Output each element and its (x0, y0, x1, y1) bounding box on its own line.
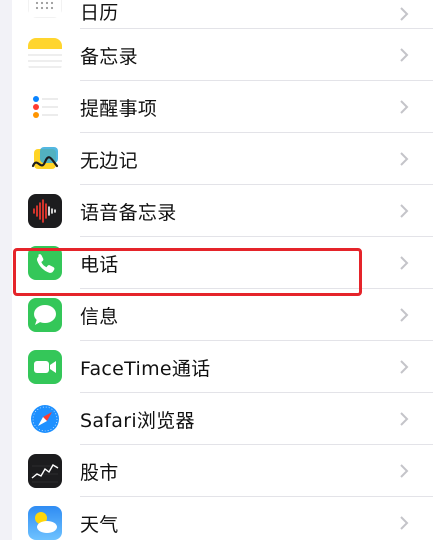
settings-row-calendar[interactable]: 日历 (12, 0, 433, 29)
settings-row-safari[interactable]: Safari浏览器 (12, 393, 433, 445)
chevron-right-icon (400, 412, 409, 426)
calendar-icon (28, 0, 62, 18)
chevron-right-icon (400, 7, 409, 21)
chevron-right-icon (400, 204, 409, 218)
settings-row-stocks[interactable]: 股市 (12, 445, 433, 497)
chevron-right-icon (400, 308, 409, 322)
settings-row-label: 语音备忘录 (80, 201, 177, 224)
settings-row-label: 备忘录 (80, 45, 138, 68)
settings-row-notes[interactable]: 备忘录 (12, 29, 433, 81)
settings-list: 日历 备忘录 提醒事项 无边记 语音备忘录 电话 信息 FaceTime通话 S… (12, 0, 433, 540)
settings-row-label: 提醒事项 (80, 97, 158, 120)
settings-row-label: 信息 (80, 305, 119, 328)
chevron-right-icon (400, 152, 409, 166)
voice-memos-icon (28, 194, 62, 228)
weather-icon (28, 506, 62, 540)
chevron-right-icon (400, 516, 409, 530)
chevron-right-icon (400, 256, 409, 270)
chevron-right-icon (400, 360, 409, 374)
settings-row-phone[interactable]: 电话 (12, 237, 433, 289)
settings-screen: 日历 备忘录 提醒事项 无边记 语音备忘录 电话 信息 FaceTime通话 S… (0, 0, 433, 540)
facetime-icon (28, 350, 62, 384)
settings-row-label: 电话 (80, 253, 119, 276)
chevron-right-icon (400, 48, 409, 62)
chevron-right-icon (400, 464, 409, 478)
settings-row-label: 天气 (80, 513, 119, 536)
reminders-icon (28, 90, 62, 124)
safari-icon (28, 402, 62, 436)
settings-row-messages[interactable]: 信息 (12, 289, 433, 341)
settings-row-reminders[interactable]: 提醒事项 (12, 81, 433, 133)
chevron-right-icon (400, 100, 409, 114)
settings-row-freeform[interactable]: 无边记 (12, 133, 433, 185)
settings-row-label: 日历 (80, 2, 119, 24)
settings-row-label: 股市 (80, 461, 119, 484)
freeform-icon (28, 142, 62, 176)
stocks-icon (28, 454, 62, 488)
settings-row-label: FaceTime通话 (80, 357, 211, 380)
messages-icon (28, 298, 62, 332)
settings-row-label: Safari浏览器 (80, 409, 195, 432)
settings-row-voice-memos[interactable]: 语音备忘录 (12, 185, 433, 237)
settings-row-label: 无边记 (80, 149, 138, 172)
settings-row-facetime[interactable]: FaceTime通话 (12, 341, 433, 393)
settings-row-weather[interactable]: 天气 (12, 497, 433, 540)
notes-icon (28, 38, 62, 72)
phone-icon (28, 246, 62, 280)
